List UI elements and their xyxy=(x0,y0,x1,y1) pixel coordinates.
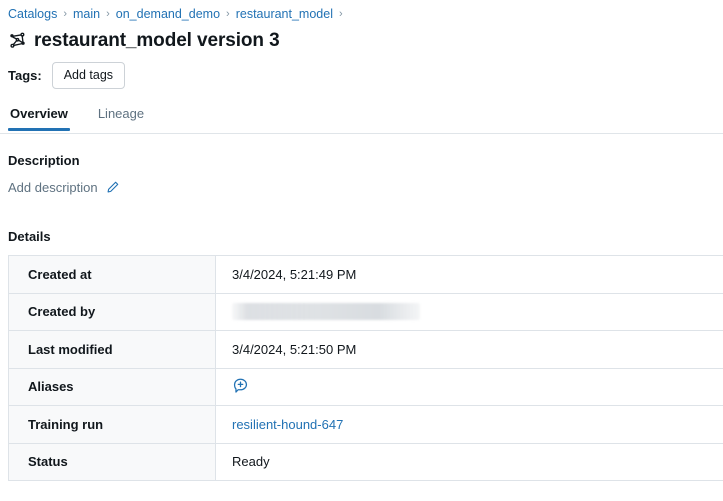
add-alias-icon[interactable] xyxy=(232,377,249,394)
table-row: Status Ready xyxy=(8,443,723,481)
detail-value-status: Ready xyxy=(215,443,723,481)
tags-row: Tags: Add tags xyxy=(0,52,723,89)
breadcrumb-separator-icon: › xyxy=(338,7,343,20)
tab-overview[interactable]: Overview xyxy=(8,103,70,131)
tags-label: Tags: xyxy=(8,68,42,83)
detail-key-created-by: Created by xyxy=(8,293,216,331)
table-row: Created by xyxy=(8,293,723,331)
detail-key-status: Status xyxy=(8,443,216,481)
detail-key-last-modified: Last modified xyxy=(8,330,216,369)
model-graph-icon xyxy=(7,31,27,51)
tab-bar: Overview Lineage xyxy=(0,103,723,134)
table-row: Aliases xyxy=(8,368,723,406)
description-heading: Description xyxy=(8,153,80,168)
breadcrumb-item-catalogs[interactable]: Catalogs xyxy=(8,5,57,23)
page-title: restaurant_model version 3 xyxy=(34,29,280,51)
detail-value-created-at: 3/4/2024, 5:21:49 PM xyxy=(215,255,723,294)
breadcrumb-item-restaurant-model[interactable]: restaurant_model xyxy=(236,5,333,23)
detail-value-aliases xyxy=(215,368,723,406)
breadcrumb-separator-icon: › xyxy=(106,7,110,20)
add-description-placeholder[interactable]: Add description xyxy=(8,180,98,195)
details-heading: Details xyxy=(8,229,51,244)
breadcrumb-separator-icon: › xyxy=(63,7,68,20)
training-run-link[interactable]: resilient-hound-647 xyxy=(232,417,343,432)
detail-key-created-at: Created at xyxy=(8,255,216,294)
detail-value-last-modified: 3/4/2024, 5:21:50 PM xyxy=(215,330,723,369)
table-row: Last modified 3/4/2024, 5:21:50 PM xyxy=(8,330,723,369)
detail-key-aliases: Aliases xyxy=(8,368,216,406)
breadcrumb: Catalogs › main › on_demand_demo › resta… xyxy=(0,0,723,22)
tab-lineage[interactable]: Lineage xyxy=(96,103,146,130)
breadcrumb-separator-icon: › xyxy=(226,7,230,20)
breadcrumb-item-main[interactable]: main xyxy=(73,5,100,23)
pencil-edit-icon[interactable] xyxy=(105,179,121,195)
add-tags-button[interactable]: Add tags xyxy=(51,62,126,89)
details-table: Created at 3/4/2024, 5:21:49 PM Created … xyxy=(8,255,723,481)
table-row: Created at 3/4/2024, 5:21:49 PM xyxy=(8,255,723,294)
detail-value-training-run: resilient-hound-647 xyxy=(215,405,723,444)
redacted-value-bar xyxy=(232,303,420,321)
breadcrumb-item-on-demand-demo[interactable]: on_demand_demo xyxy=(116,5,220,23)
detail-value-created-by xyxy=(215,293,723,331)
detail-key-training-run: Training run xyxy=(8,405,216,444)
model-version-details-page: Catalogs › main › on_demand_demo › resta… xyxy=(0,0,723,501)
table-row: Training run resilient-hound-647 xyxy=(8,405,723,444)
page-title-row: restaurant_model version 3 xyxy=(0,22,723,52)
description-row: Add description xyxy=(0,177,723,197)
